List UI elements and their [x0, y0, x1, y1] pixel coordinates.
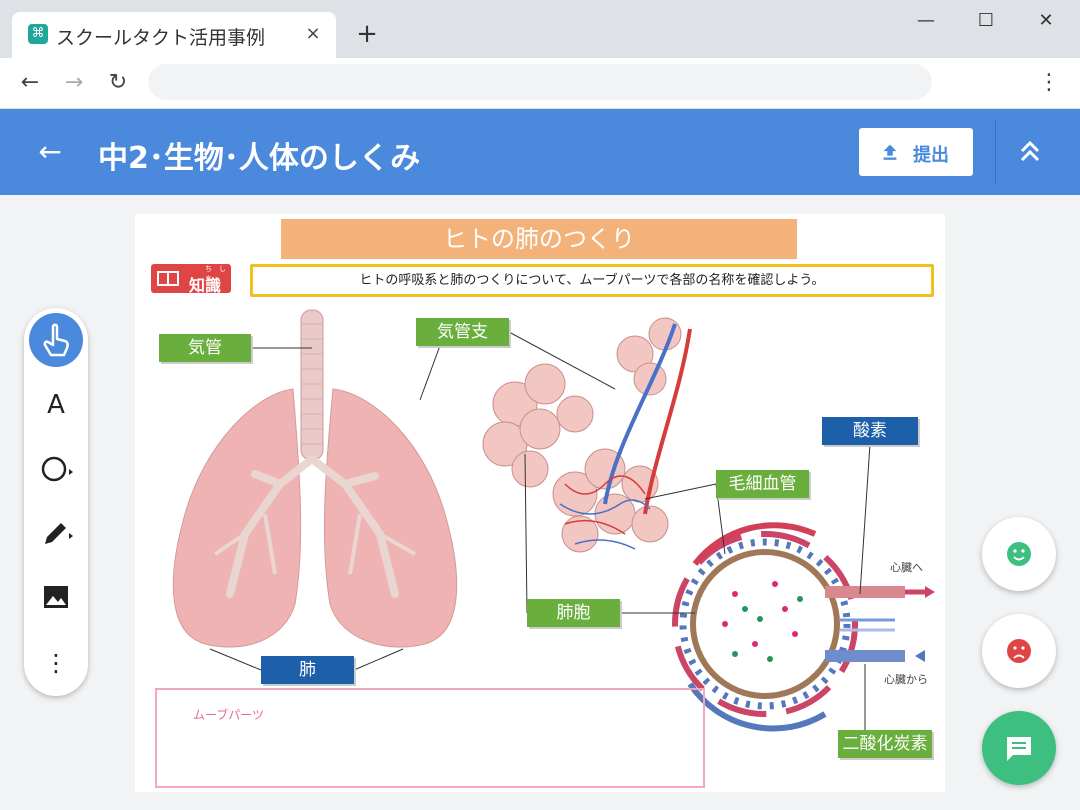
- label-trachea[interactable]: 気管: [159, 334, 251, 362]
- new-tab-button[interactable]: +: [352, 20, 382, 50]
- bad-feedback-button[interactable]: [982, 614, 1056, 688]
- circle-shape-icon[interactable]: [29, 442, 83, 496]
- browser-menu-button[interactable]: ⋮: [1034, 67, 1064, 99]
- chat-button[interactable]: [982, 711, 1056, 785]
- browser-tab-bar: ⌘ スクールタクト活用事例 × + — ☐ ✕: [0, 0, 1080, 58]
- good-feedback-button[interactable]: [982, 517, 1056, 591]
- submit-label: 提出: [913, 145, 949, 166]
- arrow-back-icon[interactable]: ←: [32, 135, 68, 171]
- text-tool-button[interactable]: A: [29, 378, 83, 432]
- maximize-button[interactable]: ☐: [964, 6, 1008, 36]
- back-button[interactable]: ←: [14, 67, 46, 99]
- move-parts-area[interactable]: ムーブパーツ: [155, 688, 705, 788]
- move-parts-label: ムーブパーツ: [193, 708, 265, 722]
- more-tools-button[interactable]: ⋮: [29, 636, 83, 690]
- forward-button[interactable]: →: [58, 67, 90, 99]
- label-carbon-dioxide[interactable]: 二酸化炭素: [838, 730, 932, 758]
- worksheet-canvas[interactable]: ヒトの肺のつくり ち しき 知識 ヒトの呼吸系と肺のつくりについて、ムーブパーツ…: [135, 214, 945, 792]
- smile-face-icon: [1007, 542, 1031, 566]
- header-divider: [995, 119, 996, 185]
- minimize-button[interactable]: —: [904, 6, 948, 36]
- tab-close-icon[interactable]: ×: [300, 21, 326, 47]
- submit-button[interactable]: 提出: [859, 128, 973, 176]
- window-close-button[interactable]: ✕: [1024, 6, 1068, 36]
- app-favicon-icon: ⌘: [28, 24, 48, 44]
- label-alveolus[interactable]: 肺胞: [527, 599, 620, 627]
- to-heart-text: 心臓へ: [890, 561, 923, 574]
- reload-button[interactable]: ↻: [102, 67, 134, 99]
- label-lung[interactable]: 肺: [261, 656, 354, 684]
- chat-icon: [1007, 737, 1031, 761]
- label-bronchus[interactable]: 気管支: [416, 318, 509, 346]
- tab-title: スクールタクト活用事例: [56, 27, 266, 49]
- frown-face-icon: [1007, 639, 1031, 663]
- page-title: 中2･生物･人体のしくみ: [98, 141, 421, 176]
- browser-toolbar: ← → ↻ ⋮: [0, 58, 1080, 109]
- from-heart-text: 心臓から: [884, 673, 928, 686]
- knowledge-label: 知識: [189, 276, 222, 295]
- upload-icon: [883, 144, 897, 160]
- label-capillary[interactable]: 毛細血管: [716, 470, 809, 498]
- worksheet-title: ヒトの肺のつくり: [281, 219, 797, 259]
- app-header: ← 中2･生物･人体のしくみ 提出: [0, 109, 1080, 195]
- address-bar[interactable]: [148, 64, 932, 100]
- tool-palette: A ⋮: [24, 308, 88, 696]
- pencil-icon[interactable]: [29, 506, 83, 560]
- book-icon: [157, 271, 179, 286]
- browser-tab[interactable]: ⌘ スクールタクト活用事例 ×: [12, 12, 336, 58]
- double-chevron-up-icon[interactable]: [1012, 133, 1048, 169]
- pointer-hand-icon[interactable]: [29, 313, 83, 367]
- label-oxygen[interactable]: 酸素: [822, 417, 918, 445]
- image-icon[interactable]: [29, 570, 83, 624]
- instruction-text: ヒトの呼吸系と肺のつくりについて、ムーブパーツで各部の名称を確認しよう。: [250, 264, 934, 297]
- knowledge-badge: ち しき 知識: [151, 264, 231, 295]
